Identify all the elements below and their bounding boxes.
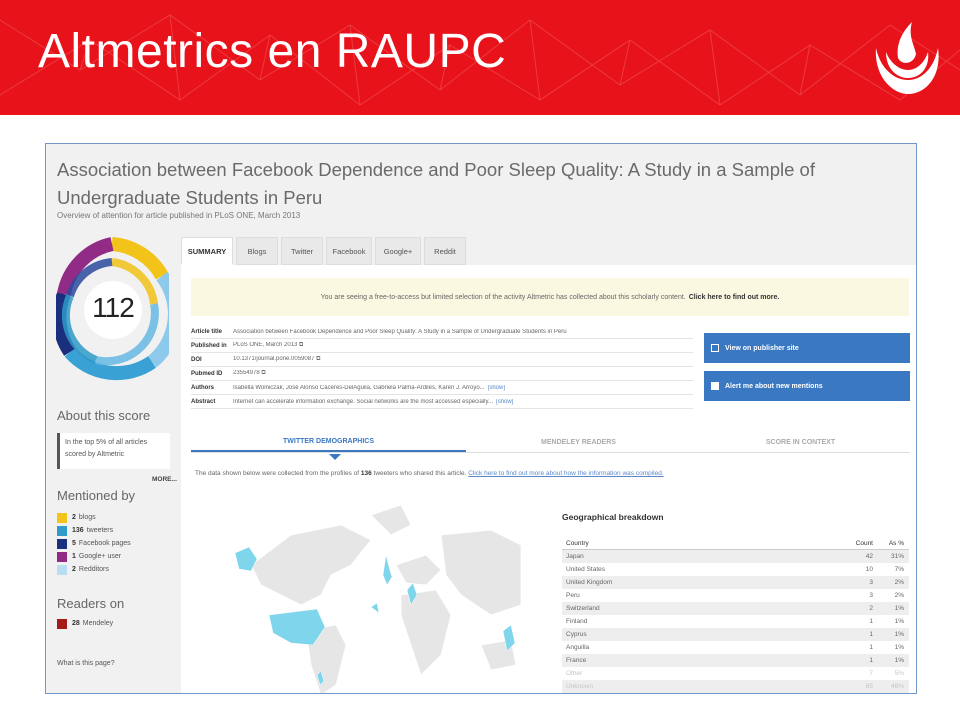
- demographics-tabs: TWITTER DEMOGRAPHICS MENDELEY READERS SC…: [191, 432, 910, 460]
- external-link-icon[interactable]: ⧉: [299, 342, 303, 348]
- mention-blogs[interactable]: 2 blogs: [57, 512, 96, 523]
- compiled-info-link[interactable]: Click here to find out more about how th…: [468, 470, 663, 477]
- reader-mendeley[interactable]: 28 Mendeley: [57, 618, 113, 629]
- table-row: France 1 1%: [562, 654, 909, 667]
- table-row: Other 7 5%: [566, 670, 904, 677]
- geo-header-row: Country Count As %: [562, 537, 909, 550]
- tab-blogs[interactable]: Blogs: [236, 237, 278, 265]
- table-row: Finland 1 1%: [566, 618, 904, 625]
- meta-row-title: Article title Association between Faceboo…: [191, 325, 693, 339]
- meta-row-authors: Authors Isabella Wolniczak, José Alonso C…: [191, 381, 693, 395]
- meta-row-published: Published in PLoS ONE, March 2013 ⧉: [191, 339, 693, 353]
- tab-mendeley-readers[interactable]: MENDELEY READERS: [466, 432, 691, 452]
- altmetric-score: 112: [92, 292, 135, 323]
- external-link-icon[interactable]: ⧉: [261, 370, 265, 376]
- article-title: Association between Facebook Dependence …: [57, 159, 815, 208]
- data-collection-note: The data shown below were collected from…: [195, 470, 664, 477]
- table-row: Japan 42 31%: [562, 550, 909, 563]
- what-is-this-page-link[interactable]: What is this page?: [57, 660, 115, 667]
- mention-redditors[interactable]: 2 Redditors: [57, 564, 109, 575]
- tab-bar: SUMMARY Blogs Twitter Facebook Google+ R…: [181, 237, 916, 265]
- slide-title: Altmetrics en RAUPC: [38, 25, 507, 78]
- tab-facebook[interactable]: Facebook: [326, 237, 372, 265]
- altmetric-screenshot: Association between Facebook Dependence …: [45, 143, 917, 694]
- redditors-swatch: [57, 564, 67, 575]
- meta-row-abstract: Abstract Internet can accelerate informat…: [191, 395, 693, 409]
- meta-row-doi: DOI 10.1371/journal.pone.0059087 ⧉: [191, 353, 693, 367]
- readers-on-heading: Readers on: [57, 596, 125, 611]
- alert-mentions-button[interactable]: Alert me about new mentions: [704, 371, 910, 401]
- tab-twitter-demographics[interactable]: TWITTER DEMOGRAPHICS: [191, 432, 466, 452]
- tab-googleplus[interactable]: Google+: [375, 237, 421, 265]
- tab-score-in-context[interactable]: SCORE IN CONTEXT: [691, 432, 910, 452]
- external-link-icon: [711, 344, 719, 352]
- mention-facebook[interactable]: 5 Facebook pages: [57, 538, 131, 549]
- table-row: Switzerland 2 1%: [562, 602, 909, 615]
- world-map: [234, 504, 521, 693]
- meta-row-pubmed: Pubmed ID 23554978 ⧉: [191, 367, 693, 381]
- mention-tweeters[interactable]: 136 tweeters: [57, 525, 113, 536]
- article-subtitle: Overview of attention for article publis…: [57, 211, 301, 220]
- blogs-swatch: [57, 512, 67, 523]
- geo-breakdown-title: Geographical breakdown: [562, 512, 664, 522]
- mendeley-swatch: [57, 618, 67, 629]
- main-panel: SUMMARY Blogs Twitter Facebook Google+ R…: [181, 237, 916, 693]
- checkbox-icon: [711, 382, 719, 390]
- limited-access-notice: You are seeing a free-to-access but limi…: [191, 278, 909, 316]
- show-authors-link[interactable]: [show]: [488, 385, 505, 391]
- table-row: Cyprus 1 1%: [562, 628, 909, 641]
- view-publisher-button[interactable]: View on publisher site: [704, 333, 910, 363]
- active-tab-notch: [329, 454, 341, 460]
- table-row: United Kingdom 3 2%: [562, 576, 909, 589]
- tab-summary[interactable]: SUMMARY: [181, 237, 233, 265]
- tab-reddit[interactable]: Reddit: [424, 237, 466, 265]
- facebook-swatch: [57, 538, 67, 549]
- mentioned-by-heading: Mentioned by: [57, 488, 136, 503]
- tabs-divider: [191, 452, 910, 453]
- more-link[interactable]: MORE...: [152, 476, 177, 483]
- external-link-icon[interactable]: ⧉: [316, 356, 320, 362]
- googleplus-swatch: [57, 551, 67, 562]
- slide: Altmetrics en RAUPC Association between …: [0, 0, 960, 720]
- tweeters-swatch: [57, 525, 67, 536]
- upc-logo-icon: [875, 22, 939, 94]
- about-score-heading: About this score: [57, 408, 151, 423]
- show-abstract-link[interactable]: [show]: [496, 399, 513, 405]
- table-row: Peru 3 2%: [566, 592, 904, 599]
- about-score-box: In the top 5% of all articles scored by …: [57, 433, 170, 469]
- table-row: Anguilla 1 1%: [566, 644, 904, 651]
- title-banner: Altmetrics en RAUPC: [0, 0, 960, 115]
- mention-googleplus[interactable]: 1 Google+ user: [57, 551, 121, 562]
- table-row: Unknown 65 48%: [562, 680, 909, 693]
- table-row: United States 10 7%: [566, 566, 904, 573]
- tab-twitter[interactable]: Twitter: [281, 237, 323, 265]
- find-out-more-link[interactable]: Click here to find out more.: [689, 294, 780, 301]
